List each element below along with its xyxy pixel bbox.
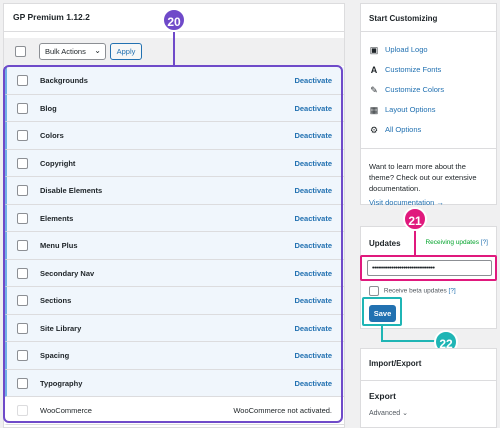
updates-title: Updates bbox=[369, 239, 401, 248]
card-title: Start Customizing bbox=[361, 4, 496, 32]
link-label: Customize Colors bbox=[385, 85, 445, 94]
layout-options-link[interactable]: ▦ Layout Options bbox=[361, 100, 496, 120]
modules-highlight-box bbox=[3, 65, 343, 423]
select-all-checkbox[interactable] bbox=[15, 46, 26, 57]
link-label: Customize Fonts bbox=[385, 65, 442, 74]
chevron-down-icon: ⌄ bbox=[402, 410, 408, 417]
help-link[interactable]: [?] bbox=[449, 288, 456, 295]
update-status-text: Receiving updates bbox=[425, 239, 479, 246]
import-export-card: Import/Export Export Advanced ⌄ bbox=[360, 348, 497, 428]
font-icon: A bbox=[370, 65, 378, 75]
upload-logo-link[interactable]: ▣ Upload Logo bbox=[361, 40, 496, 60]
gear-icon: ⚙ bbox=[369, 125, 379, 135]
link-label: Upload Logo bbox=[385, 45, 428, 54]
beta-updates-option: Receive beta updates [?] bbox=[369, 286, 456, 296]
brush-icon: ✎ bbox=[370, 85, 378, 95]
link-label: All Options bbox=[385, 125, 422, 134]
layout-icon: ▦ bbox=[369, 105, 379, 115]
callout-connector bbox=[414, 230, 416, 256]
callout-badge: 20 bbox=[162, 8, 186, 32]
apply-button[interactable]: Apply bbox=[110, 43, 142, 60]
import-export-title: Import/Export bbox=[361, 349, 496, 381]
advanced-label: Advanced bbox=[369, 410, 401, 417]
visit-documentation-link[interactable]: Visit documentation → bbox=[361, 198, 496, 215]
divider bbox=[361, 148, 496, 149]
help-link[interactable]: [?] bbox=[481, 239, 488, 246]
save-highlight-box bbox=[362, 297, 402, 326]
beta-updates-label: Receive beta updates bbox=[383, 287, 447, 295]
customize-colors-link[interactable]: ✎ Customize Colors bbox=[361, 80, 496, 100]
start-customizing-card: Start Customizing ▣ Upload Logo A Custom… bbox=[360, 3, 497, 207]
callout-connector bbox=[381, 340, 436, 342]
advanced-toggle[interactable]: Advanced ⌄ bbox=[361, 409, 496, 417]
documentation-description: Want to learn more about the theme? Chec… bbox=[369, 162, 477, 193]
license-highlight-box bbox=[360, 255, 497, 281]
callout-badge: 21 bbox=[403, 207, 427, 231]
callout-connector bbox=[173, 32, 175, 66]
bulk-actions-select[interactable]: Bulk Actions ⌄ bbox=[39, 43, 106, 60]
update-status: Receiving updates [?] bbox=[425, 239, 488, 246]
beta-updates-checkbox[interactable] bbox=[369, 286, 379, 296]
link-label: Layout Options bbox=[385, 105, 436, 114]
all-options-link[interactable]: ⚙ All Options bbox=[361, 120, 496, 140]
image-icon: ▣ bbox=[369, 45, 379, 55]
bulk-actions-label: Bulk Actions bbox=[45, 47, 86, 56]
chevron-down-icon: ⌄ bbox=[94, 46, 101, 55]
callout-connector bbox=[381, 325, 383, 341]
customize-fonts-link[interactable]: A Customize Fonts bbox=[361, 60, 496, 80]
export-heading: Export bbox=[369, 391, 396, 401]
